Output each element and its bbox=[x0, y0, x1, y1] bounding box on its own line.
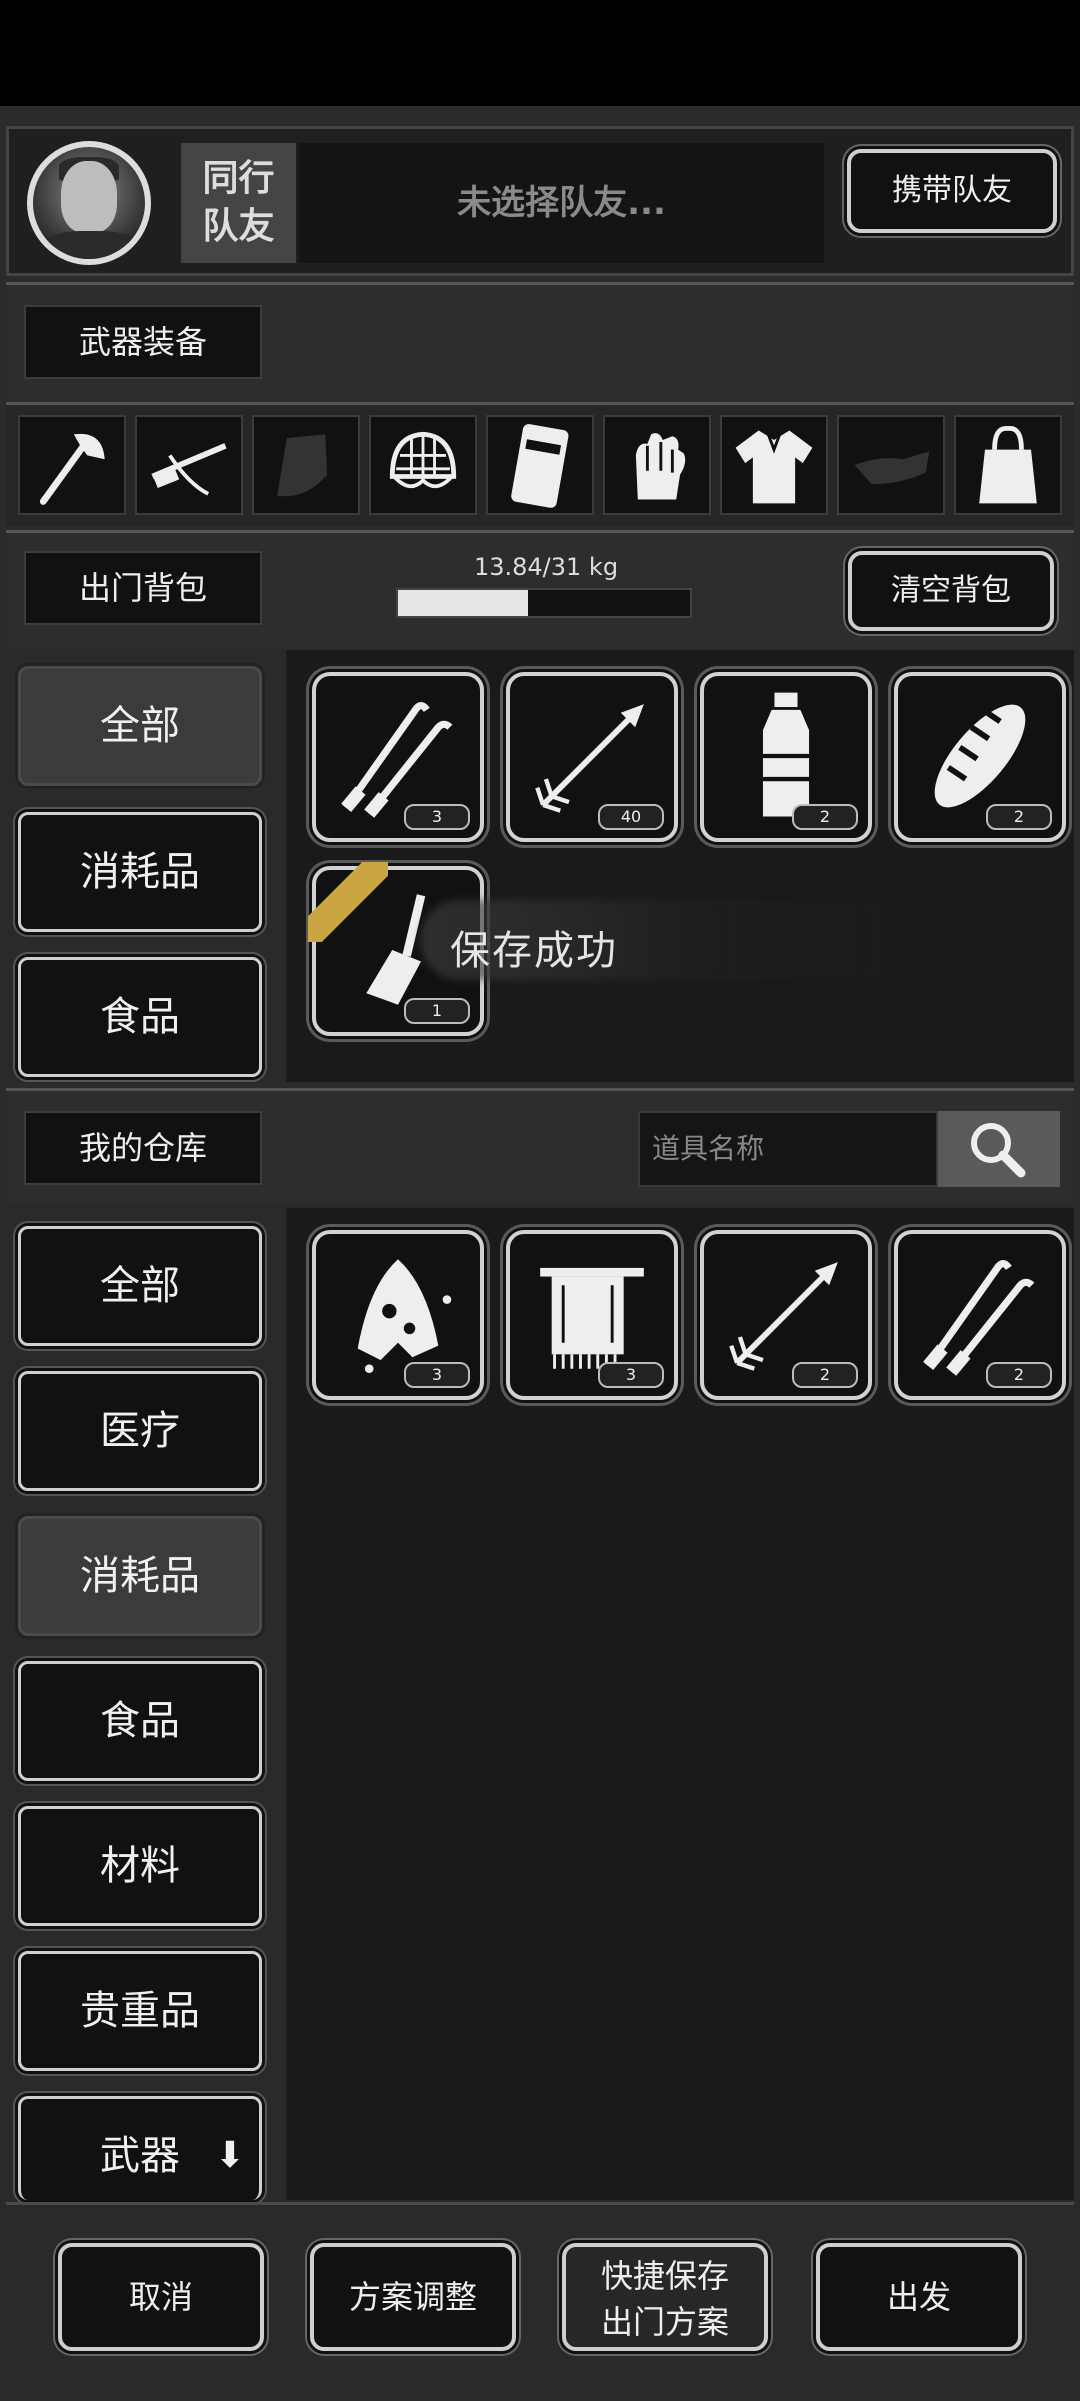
quick-save-line1: 快捷保存 bbox=[600, 2257, 729, 2295]
bag-icon bbox=[979, 426, 1037, 504]
item-count: 3 bbox=[404, 804, 470, 830]
backpack-category-all[interactable]: 全部 bbox=[18, 666, 262, 786]
weapons-title: 武器装备 bbox=[24, 305, 262, 379]
warehouse-item-towel[interactable]: 3 bbox=[506, 1230, 678, 1400]
item-count: 40 bbox=[598, 804, 664, 830]
bottom-action-bar: 取消 方案调整 快捷保存 出门方案 出发 bbox=[6, 2202, 1074, 2398]
player-avatar[interactable] bbox=[27, 141, 151, 265]
weapons-category-label: 武器 bbox=[100, 2133, 180, 2179]
backpack-item-arrow[interactable]: 40 bbox=[506, 672, 678, 842]
cancel-button[interactable]: 取消 bbox=[58, 2243, 264, 2351]
backpack-header: 出门背包 13.84/31 kg 清空背包 bbox=[6, 530, 1074, 646]
weight-text: 13.84/31 kg bbox=[473, 553, 619, 581]
equip-slot-helmet[interactable] bbox=[369, 415, 477, 515]
avatar-face bbox=[61, 161, 117, 233]
clear-backpack-button[interactable]: 清空背包 bbox=[848, 551, 1054, 631]
item-count: 3 bbox=[404, 1362, 470, 1388]
backpack-item-water-bottle[interactable]: 2 bbox=[700, 672, 872, 842]
bring-companion-button[interactable]: 携带队友 bbox=[847, 149, 1057, 233]
avatar-body bbox=[41, 231, 141, 259]
warehouse-category-food[interactable]: 食品 bbox=[18, 1661, 262, 1781]
depart-button[interactable]: 出发 bbox=[816, 2243, 1022, 2351]
weight-bar-fill bbox=[398, 590, 529, 616]
item-count: 2 bbox=[986, 1362, 1052, 1388]
backpack-panel: 全部 消耗品 食品 3 40 2 2 ★ 1 bbox=[6, 650, 1074, 1082]
item-count: 2 bbox=[792, 804, 858, 830]
arrow-down-icon: ⬇ bbox=[214, 2135, 245, 2176]
save-success-toast: 保存成功 bbox=[450, 928, 618, 974]
warehouse-item-grid: 3 3 2 2 bbox=[288, 1208, 1074, 2200]
armor-icon bbox=[277, 434, 328, 497]
warehouse-category-weapons[interactable]: 武器 ⬇ bbox=[18, 2096, 262, 2200]
shoe-icon bbox=[854, 451, 930, 485]
search-icon bbox=[971, 1123, 1026, 1178]
companion-label-line1: 同行 bbox=[202, 158, 275, 199]
backpack-category-consumables[interactable]: 消耗品 bbox=[18, 812, 262, 932]
axe-icon bbox=[39, 433, 105, 505]
warehouse-title: 我的仓库 bbox=[24, 1111, 262, 1185]
item-count: 2 bbox=[986, 804, 1052, 830]
equip-slot-armor[interactable] bbox=[252, 415, 360, 515]
status-bar bbox=[0, 0, 1080, 106]
item-count: 2 bbox=[792, 1362, 858, 1388]
warehouse-item-cloth[interactable]: 3 bbox=[312, 1230, 484, 1400]
glove-icon bbox=[635, 433, 686, 500]
equip-slot-bag[interactable] bbox=[954, 415, 1062, 515]
equip-slot-crossbow[interactable] bbox=[135, 415, 243, 515]
warehouse-item-lockpick[interactable]: 2 bbox=[894, 1230, 1066, 1400]
warehouse-header: 我的仓库 道具名称 bbox=[6, 1088, 1074, 1204]
backpack-category-sidebar: 全部 消耗品 食品 bbox=[6, 650, 286, 1082]
warehouse-panel: 全部 医疗 消耗品 食品 材料 贵重品 武器 ⬇ 3 3 2 2 bbox=[6, 1208, 1074, 2200]
equip-slot-glove[interactable] bbox=[603, 415, 711, 515]
quick-save-line2: 出门方案 bbox=[600, 2303, 729, 2341]
companion-label: 同行 队友 bbox=[181, 143, 296, 263]
equipment-row bbox=[6, 402, 1074, 526]
warehouse-category-sidebar: 全部 医疗 消耗品 食品 材料 贵重品 武器 ⬇ bbox=[6, 1208, 286, 2200]
warehouse-category-materials[interactable]: 材料 bbox=[18, 1806, 262, 1926]
weapons-header: 武器装备 bbox=[6, 282, 1074, 399]
weight-bar bbox=[396, 588, 692, 618]
shirt-icon bbox=[735, 430, 813, 504]
helmet-icon bbox=[389, 431, 457, 489]
search-button[interactable] bbox=[938, 1111, 1060, 1187]
backpack-item-lockpick[interactable]: 3 bbox=[312, 672, 484, 842]
item-count: 3 bbox=[598, 1362, 664, 1388]
equip-slot-shirt[interactable] bbox=[720, 415, 828, 515]
plan-adjust-button[interactable]: 方案调整 bbox=[310, 2243, 516, 2351]
quick-save-plan-button[interactable]: 快捷保存 出门方案 bbox=[562, 2243, 768, 2351]
backpack-item-bread[interactable]: 2 bbox=[894, 672, 1066, 842]
warehouse-category-medical[interactable]: 医疗 bbox=[18, 1371, 262, 1491]
equip-slot-shoes[interactable] bbox=[837, 415, 945, 515]
warehouse-category-consumables[interactable]: 消耗品 bbox=[18, 1516, 262, 1636]
backpack-category-food[interactable]: 食品 bbox=[18, 957, 262, 1077]
search-input[interactable]: 道具名称 bbox=[638, 1111, 938, 1187]
warehouse-category-all[interactable]: 全部 bbox=[18, 1226, 262, 1346]
warehouse-item-arrow[interactable]: 2 bbox=[700, 1230, 872, 1400]
equip-slot-shield[interactable] bbox=[486, 415, 594, 515]
shield-icon bbox=[511, 424, 569, 508]
companion-slot[interactable]: 未选择队友... bbox=[299, 143, 824, 263]
companion-label-line2: 队友 bbox=[202, 206, 275, 247]
warehouse-category-valuables[interactable]: 贵重品 bbox=[18, 1951, 262, 2071]
companion-row: 同行 队友 未选择队友... 携带队友 bbox=[6, 126, 1074, 276]
item-count: 1 bbox=[404, 998, 470, 1024]
backpack-item-grid: 3 40 2 2 ★ 1 bbox=[288, 650, 1074, 1082]
backpack-title: 出门背包 bbox=[24, 551, 262, 625]
crossbow-icon bbox=[151, 443, 227, 496]
equip-slot-axe[interactable] bbox=[18, 415, 126, 515]
